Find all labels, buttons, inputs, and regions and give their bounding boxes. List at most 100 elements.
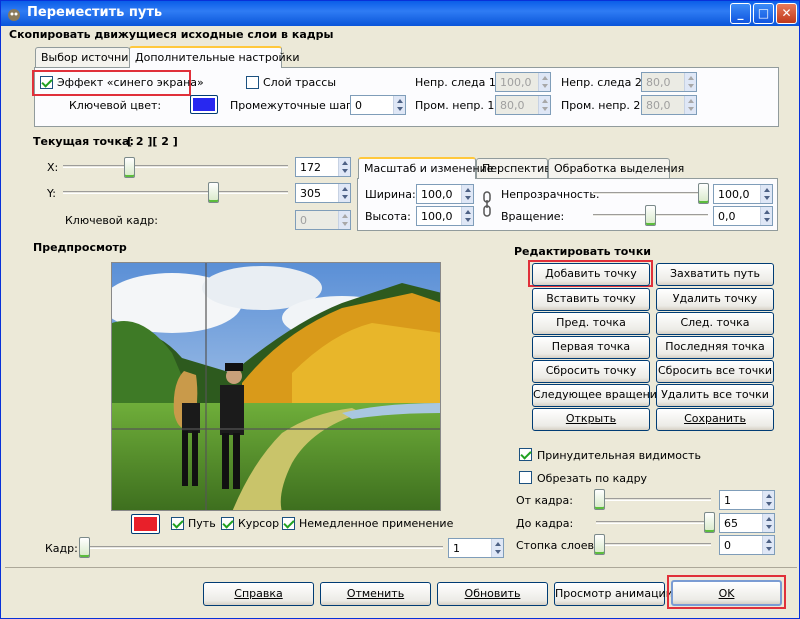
next-rotation-button[interactable]: Следующее вращение bbox=[532, 384, 664, 407]
frame-slider-thumb[interactable] bbox=[79, 537, 90, 558]
delete-all-points-button[interactable]: Удалить все точки bbox=[656, 384, 774, 407]
last-point-button[interactable]: Последняя точка bbox=[656, 336, 774, 359]
from-frame-slider-thumb[interactable] bbox=[594, 489, 605, 510]
x-slider-thumb[interactable] bbox=[124, 157, 135, 178]
tween2-label: Пром. непр. 2: bbox=[561, 99, 645, 112]
opacity-slider-track[interactable] bbox=[593, 192, 708, 195]
x-spin[interactable]: 172 bbox=[295, 157, 351, 177]
next-point-button[interactable]: След. точка bbox=[656, 312, 774, 335]
opacity-spin[interactable]: 100,0 bbox=[713, 184, 773, 204]
cursor-checkbox[interactable] bbox=[221, 517, 234, 530]
height-label: Высота: bbox=[365, 210, 411, 223]
trace-layer-label: Слой трассы bbox=[263, 76, 336, 89]
trace-layer-checkbox[interactable] bbox=[246, 76, 259, 89]
rotation-slider-thumb[interactable] bbox=[645, 205, 656, 226]
tab-selection-handling[interactable]: Обработка выделения bbox=[548, 158, 684, 179]
update-button[interactable]: Обновить bbox=[437, 582, 548, 606]
preview-label: Предпросмотр bbox=[33, 241, 127, 254]
cursor-label: Курсор bbox=[238, 517, 280, 530]
instant-apply-label: Немедленное применение bbox=[299, 517, 454, 530]
layer-stack-slider-track[interactable] bbox=[596, 543, 711, 546]
height-spin[interactable]: 100,0 bbox=[416, 206, 474, 226]
preview-canvas[interactable] bbox=[111, 262, 441, 511]
current-point-index: [ 2 ][ 2 ] bbox=[127, 135, 178, 148]
to-frame-slider-track[interactable] bbox=[596, 521, 711, 524]
gimp-app-icon bbox=[8, 9, 20, 21]
trace1-label: Непр. следа 1: bbox=[415, 76, 500, 89]
prev-point-button[interactable]: Пред. точка bbox=[532, 312, 650, 335]
y-slider-thumb[interactable] bbox=[208, 182, 219, 203]
tween-steps-spin[interactable]: 0 bbox=[350, 95, 406, 115]
move-path-dialog: Переместить путь _ □ ✕ Скопировать движу… bbox=[0, 0, 800, 619]
tab-scale[interactable]: Масштаб и изменение bbox=[358, 157, 494, 179]
grab-path-button[interactable]: Захватить путь bbox=[656, 263, 774, 286]
bluebox-label: Эффект «синего экрана» bbox=[57, 76, 204, 89]
path-checkbox[interactable] bbox=[171, 517, 184, 530]
layer-stack-spin[interactable]: 0 bbox=[719, 535, 775, 555]
help-button[interactable]: Справка bbox=[203, 582, 314, 606]
clip-to-frame-checkbox[interactable] bbox=[519, 471, 532, 484]
footer-divider bbox=[5, 567, 797, 568]
open-button[interactable]: Открыть bbox=[532, 408, 650, 431]
close-button[interactable]: ✕ bbox=[776, 3, 797, 24]
from-frame-spin[interactable]: 1 bbox=[719, 490, 775, 510]
tween2-spin[interactable]: 80,0 bbox=[641, 95, 697, 115]
force-visibility-checkbox[interactable] bbox=[519, 448, 532, 461]
keycolor-button[interactable] bbox=[190, 95, 218, 114]
keyframe-label: Ключевой кадр: bbox=[65, 214, 158, 227]
x-label: X: bbox=[47, 161, 59, 174]
x-slider-track[interactable] bbox=[63, 165, 288, 168]
trace2-spin[interactable]: 80,0 bbox=[641, 72, 697, 92]
force-visibility-label: Принудительная видимость bbox=[537, 449, 701, 462]
reset-all-points-button[interactable]: Сбросить все точки bbox=[656, 360, 774, 383]
frame-slider-track[interactable] bbox=[81, 546, 443, 549]
tween-steps-label: Промежуточные шаги: bbox=[230, 99, 363, 112]
add-point-button[interactable]: Добавить точку bbox=[532, 263, 650, 286]
section-header: Скопировать движущиеся исходные слои в к… bbox=[9, 28, 334, 41]
insert-point-button[interactable]: Вставить точку bbox=[532, 288, 650, 311]
instant-apply-checkbox[interactable] bbox=[282, 517, 295, 530]
y-spin[interactable]: 305 bbox=[295, 183, 351, 203]
maximize-button[interactable]: □ bbox=[753, 3, 774, 24]
to-frame-spin[interactable]: 65 bbox=[719, 513, 775, 533]
trace1-spin[interactable]: 100,0 bbox=[495, 72, 551, 92]
path-color-button[interactable] bbox=[131, 514, 160, 534]
width-label: Ширина: bbox=[365, 188, 416, 201]
frame-spin[interactable]: 1 bbox=[448, 538, 504, 558]
path-color-swatch bbox=[134, 517, 157, 531]
y-label: Y: bbox=[47, 187, 56, 200]
tab-source-select[interactable]: Выбор источника bbox=[35, 47, 142, 68]
reset-point-button[interactable]: Сбросить точку bbox=[532, 360, 650, 383]
from-frame-slider-track[interactable] bbox=[596, 498, 711, 501]
keyframe-spin[interactable]: 0 bbox=[295, 210, 351, 230]
chain-link-icon[interactable] bbox=[482, 191, 492, 217]
trace2-label: Непр. следа 2: bbox=[561, 76, 646, 89]
y-slider-track[interactable] bbox=[63, 191, 288, 194]
to-frame-slider-thumb[interactable] bbox=[704, 512, 715, 533]
edit-points-header: Редактировать точки bbox=[514, 245, 652, 258]
save-button[interactable]: Сохранить bbox=[656, 408, 774, 431]
layer-stack-label: Стопка слоев: bbox=[516, 539, 598, 552]
delete-point-button[interactable]: Удалить точку bbox=[656, 288, 774, 311]
title-bar: Переместить путь _ □ ✕ bbox=[1, 1, 799, 26]
width-spin[interactable]: 100,0 bbox=[416, 184, 474, 204]
tween1-spin[interactable]: 80,0 bbox=[495, 95, 551, 115]
animation-preview-button[interactable]: Просмотр анимации bbox=[554, 582, 673, 606]
to-frame-label: До кадра: bbox=[516, 517, 574, 530]
from-frame-label: От кадра: bbox=[516, 494, 573, 507]
tab-advanced-settings[interactable]: Дополнительные настройки bbox=[129, 46, 300, 68]
keycolor-swatch bbox=[193, 98, 215, 111]
window-title: Переместить путь bbox=[27, 5, 163, 20]
bluebox-checkbox[interactable] bbox=[40, 76, 53, 89]
current-point-label: Текущая точка: bbox=[33, 135, 134, 148]
first-point-button[interactable]: Первая точка bbox=[532, 336, 650, 359]
path-label: Путь bbox=[188, 517, 216, 530]
ok-button[interactable]: OK bbox=[671, 580, 782, 606]
clip-to-frame-label: Обрезать по кадру bbox=[537, 472, 648, 485]
frame-label: Кадр: bbox=[45, 542, 78, 555]
cancel-button[interactable]: Отменить bbox=[320, 582, 431, 606]
opacity-slider-thumb[interactable] bbox=[698, 183, 709, 204]
layer-stack-slider-thumb[interactable] bbox=[594, 534, 605, 555]
rotation-spin[interactable]: 0,0 bbox=[713, 206, 773, 226]
minimize-button[interactable]: _ bbox=[730, 3, 751, 24]
